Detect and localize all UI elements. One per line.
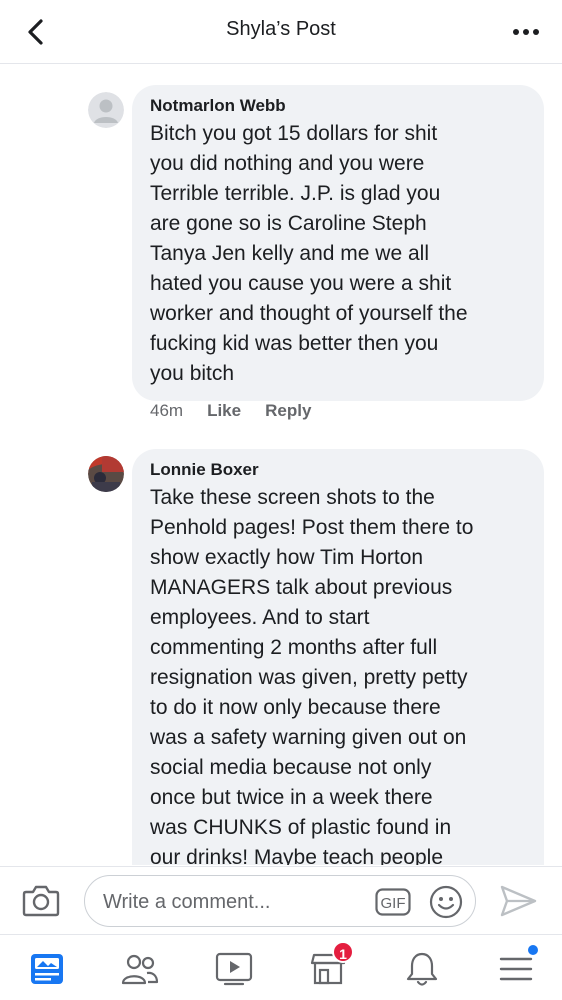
- comment-input[interactable]: [103, 888, 363, 916]
- comment-composer: GIF: [0, 866, 562, 934]
- friends-icon: [121, 954, 159, 985]
- send-icon: [500, 885, 537, 917]
- emoji-button[interactable]: [429, 885, 463, 919]
- profile-photo-icon: [88, 456, 124, 492]
- emoji-icon: [429, 885, 463, 919]
- comment-author[interactable]: Lonnie Boxer: [150, 459, 526, 481]
- comment-actions: 46m Like Reply: [150, 401, 311, 421]
- comment-bubble[interactable]: Lonnie Boxer Take these screen shots to …: [132, 449, 544, 865]
- camera-button[interactable]: [22, 883, 60, 919]
- page-title: Shyla’s Post: [226, 18, 336, 40]
- comment-input-container[interactable]: GIF: [84, 875, 476, 927]
- post-header: Shyla’s Post: [0, 0, 562, 64]
- menu-icon: [499, 957, 533, 981]
- bottom-tab-bar: 1: [0, 934, 562, 1000]
- gif-button[interactable]: GIF: [375, 888, 411, 916]
- svg-text:GIF: GIF: [381, 895, 406, 912]
- camera-icon: [22, 885, 60, 917]
- watch-icon: [215, 952, 253, 986]
- comment-author[interactable]: Notmarlon Webb: [150, 95, 526, 117]
- comment-text: Take these screen shots to the Penhold p…: [150, 486, 474, 865]
- notifications-icon: [406, 952, 438, 986]
- more-horizontal-icon: [513, 29, 539, 35]
- like-button[interactable]: Like: [207, 401, 241, 421]
- notification-badge: 1: [332, 941, 354, 963]
- more-options-button[interactable]: [508, 14, 544, 50]
- tab-notifications[interactable]: [400, 947, 444, 991]
- tab-watch[interactable]: [212, 947, 256, 991]
- tab-menu[interactable]: [494, 945, 538, 991]
- tab-marketplace[interactable]: 1: [306, 941, 354, 991]
- comment-timestamp: 46m: [150, 401, 184, 420]
- avatar[interactable]: [88, 92, 124, 128]
- comments-feed[interactable]: Notmarlon Webb Bitch you got 15 dollars …: [0, 65, 562, 865]
- new-indicator-dot: [528, 945, 538, 955]
- tab-friends[interactable]: [118, 947, 162, 991]
- avatar[interactable]: [88, 456, 124, 492]
- default-avatar-icon: [88, 92, 124, 128]
- news-feed-icon: [31, 954, 63, 984]
- reply-button[interactable]: Reply: [265, 401, 311, 421]
- comment-bubble[interactable]: Notmarlon Webb Bitch you got 15 dollars …: [132, 85, 544, 401]
- gif-icon: GIF: [375, 888, 411, 916]
- tab-news-feed[interactable]: [25, 947, 69, 991]
- send-button[interactable]: [498, 883, 538, 919]
- comment-text: Bitch you got 15 dollars for shit you di…: [150, 122, 468, 385]
